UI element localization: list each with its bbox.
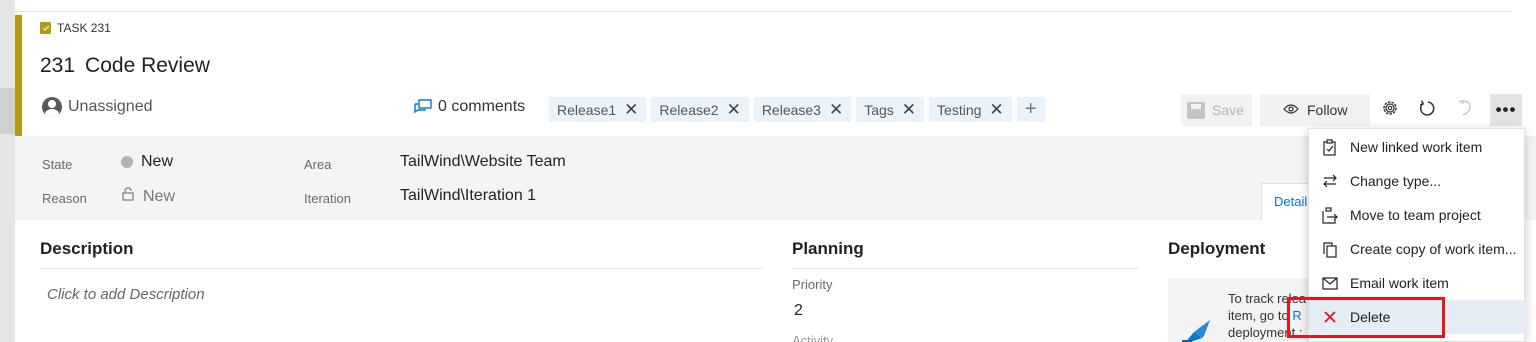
description-editor[interactable]: Click to add Description [47, 286, 205, 303]
remove-tag-icon[interactable]: ✕ [902, 101, 916, 118]
follow-label: Follow [1307, 102, 1348, 118]
save-button[interactable]: Save [1181, 94, 1252, 126]
plus-icon: + [1024, 98, 1037, 120]
assignee-picker[interactable]: Unassigned [42, 97, 153, 117]
gear-icon [1381, 99, 1399, 122]
tag-label: Testing [937, 101, 982, 118]
tab-details[interactable]: Detail [1261, 183, 1311, 221]
task-icon [40, 22, 51, 34]
save-icon [1187, 101, 1205, 119]
iteration-field[interactable]: TailWind\Iteration 1 [400, 187, 536, 205]
comments-link[interactable]: 0 comments [414, 98, 525, 116]
work-item-title[interactable]: 231 Code Review [40, 54, 210, 78]
tag[interactable]: Release2 ✕ [651, 97, 749, 122]
deployment-title: Deployment [1168, 239, 1266, 258]
iteration-label: Iteration [304, 191, 351, 206]
description-divider [40, 268, 762, 269]
assignee-name: Unassigned [68, 98, 153, 115]
undo-icon [1457, 99, 1473, 122]
remove-tag-icon[interactable]: ✕ [829, 101, 843, 118]
add-tag-button[interactable]: + [1016, 97, 1045, 122]
reason-field[interactable]: New [121, 187, 175, 206]
undo-button[interactable] [1451, 94, 1479, 126]
menu-item-label: Change type... [1350, 173, 1442, 189]
menu-item-label: Move to team project [1350, 207, 1481, 223]
tag-label: Release1 [557, 101, 617, 118]
menu-item-move[interactable]: Move to team project [1309, 198, 1525, 232]
rocket-icon [1180, 318, 1216, 342]
state-label: State [42, 157, 73, 172]
remove-tag-icon[interactable]: ✕ [989, 101, 1003, 118]
tag[interactable]: Tags ✕ [856, 97, 925, 122]
menu-item-copy[interactable]: Create copy of work item... [1309, 232, 1525, 266]
lock-icon [121, 187, 135, 206]
state-dot-icon [121, 156, 133, 168]
tag[interactable]: Testing ✕ [929, 97, 1012, 122]
more-actions-button[interactable]: ••• [1490, 94, 1522, 126]
reason-label: Reason [42, 191, 87, 206]
move-icon [1321, 206, 1338, 224]
left-gutter-shade [0, 88, 15, 134]
remove-tag-icon[interactable]: ✕ [727, 101, 741, 118]
menu-item-label: New linked work item [1350, 139, 1483, 155]
planning-title: Planning [792, 239, 864, 258]
planning-divider [792, 268, 1139, 269]
tag-label: Release2 [659, 101, 719, 118]
change-type-icon [1321, 173, 1338, 190]
reason-value: New [143, 187, 176, 205]
more-icon: ••• [1495, 100, 1517, 119]
tag-list: Release1 ✕ Release2 ✕ Release3 ✕ Tags ✕ Test… [549, 97, 1045, 122]
menu-item-change-type[interactable]: Change type... [1309, 164, 1525, 198]
work-item-id: 231 [40, 54, 76, 77]
comment-icon [414, 99, 432, 115]
copy-icon [1321, 241, 1338, 258]
task-label-text: TASK 231 [57, 21, 111, 35]
settings-button[interactable] [1375, 94, 1405, 126]
follow-button[interactable]: Follow [1260, 94, 1370, 126]
priority-field[interactable]: 2 [794, 302, 803, 320]
avatar-icon [42, 97, 62, 117]
area-field[interactable]: TailWind\Website Team [400, 153, 566, 171]
activity-label: Activity [792, 333, 834, 342]
tag-label: Tags [864, 101, 894, 118]
tag[interactable]: Release3 ✕ [753, 97, 852, 122]
work-item-title-text[interactable]: Code Review [85, 54, 210, 78]
work-item-color-bar [15, 15, 22, 136]
menu-item-email[interactable]: Email work item [1309, 266, 1525, 300]
left-gutter [0, 0, 15, 342]
refresh-button[interactable] [1413, 94, 1441, 126]
delete-highlight-box [1287, 297, 1445, 338]
deployment-line2-text: item, go to [1228, 308, 1293, 323]
menu-item-label: Create copy of work item... [1350, 241, 1517, 257]
menu-item-label: Email work item [1350, 275, 1449, 291]
remove-tag-icon[interactable]: ✕ [624, 101, 638, 118]
work-item-type-label: TASK 231 [40, 21, 111, 35]
save-label: Save [1212, 102, 1244, 118]
refresh-icon [1418, 99, 1436, 122]
top-divider [15, 11, 1512, 12]
state-field[interactable]: New [121, 153, 173, 171]
email-icon [1321, 275, 1338, 292]
new-linked-icon [1321, 138, 1338, 156]
description-title: Description [40, 239, 134, 258]
tag-label: Release3 [761, 101, 821, 118]
comments-count: 0 comments [438, 98, 526, 115]
priority-label: Priority [792, 277, 833, 292]
eye-icon [1283, 102, 1299, 118]
area-label: Area [304, 157, 332, 172]
menu-item-new-linked[interactable]: New linked work item [1309, 130, 1525, 164]
tag[interactable]: Release1 ✕ [549, 97, 647, 122]
state-value: New [141, 153, 174, 170]
